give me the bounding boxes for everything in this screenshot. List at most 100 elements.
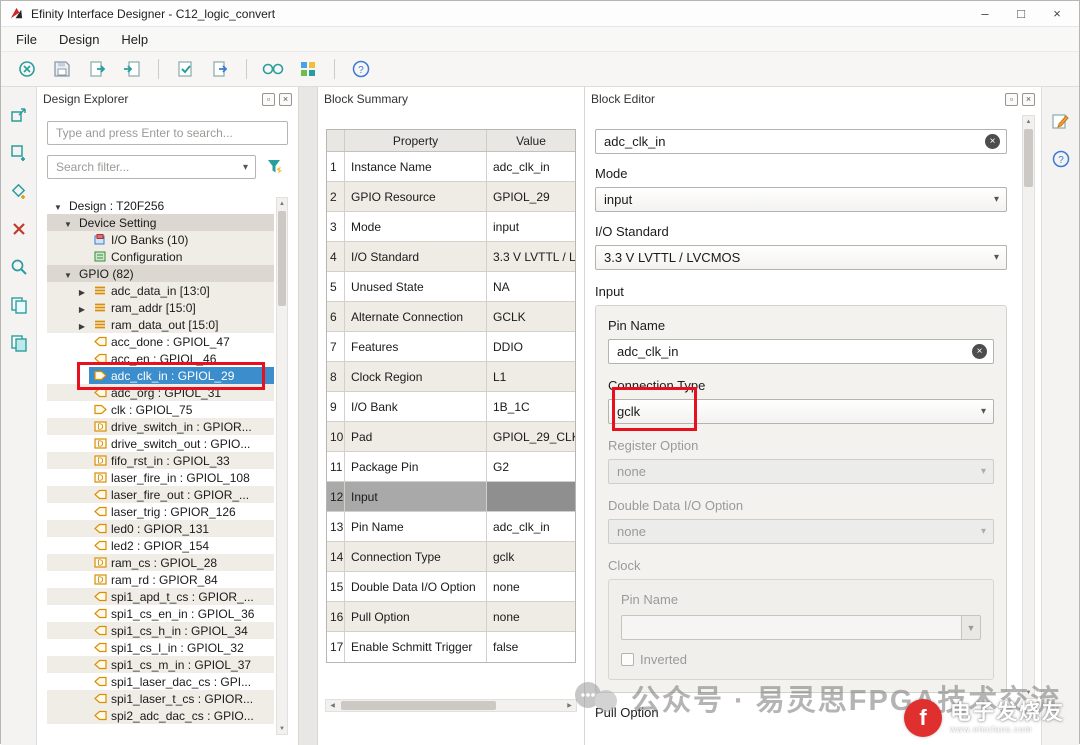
- summary-row[interactable]: 3 Mode input: [327, 212, 575, 242]
- tree-item[interactable]: D ram_addr [15:0]: [47, 299, 274, 316]
- summary-row[interactable]: 5 Unused State NA: [327, 272, 575, 302]
- float-panel-icon[interactable]: ▫: [262, 93, 275, 106]
- show-connections-icon[interactable]: [259, 56, 287, 82]
- open-floorplan-icon[interactable]: [294, 56, 322, 82]
- tree-item[interactable]: D Device Setting: [47, 214, 274, 231]
- scroll-up-icon[interactable]: ▲: [277, 198, 287, 209]
- tree-item[interactable]: D ram_data_out [15:0]: [47, 316, 274, 333]
- summary-row[interactable]: 17 Enable Schmitt Trigger false: [327, 632, 575, 662]
- tree-item[interactable]: D acc_en : GPIOL_46: [47, 350, 274, 367]
- clear-icon[interactable]: ×: [985, 134, 1000, 149]
- summary-row[interactable]: 11 Package Pin G2: [327, 452, 575, 482]
- summary-row[interactable]: 14 Connection Type gclk: [327, 542, 575, 572]
- tree-item[interactable]: D drive_switch_in : GPIOR...: [47, 418, 274, 435]
- search-filter-select[interactable]: Search filter...: [47, 155, 256, 179]
- summary-row[interactable]: 13 Pin Name adc_clk_in: [327, 512, 575, 542]
- save-icon[interactable]: [48, 56, 76, 82]
- summary-row[interactable]: 4 I/O Standard 3.3 V LVTTL / LVCMOS: [327, 242, 575, 272]
- close-button[interactable]: ×: [1039, 2, 1075, 26]
- search-input[interactable]: [47, 121, 288, 145]
- clear-icon[interactable]: ×: [972, 344, 987, 359]
- property-column-header[interactable]: Property: [345, 130, 487, 151]
- scroll-up-icon[interactable]: ▲: [1023, 116, 1034, 127]
- menu-item[interactable]: Help: [110, 29, 159, 50]
- float-panel-icon[interactable]: ▫: [1005, 93, 1018, 106]
- export-bitstream-icon[interactable]: [206, 56, 234, 82]
- tree-item[interactable]: D spi1_cs_h_in : GPIOL_34: [47, 622, 274, 639]
- tree-item[interactable]: D spi1_apd_t_cs : GPIOR_...: [47, 588, 274, 605]
- tree-item[interactable]: D led0 : GPIOR_131: [47, 520, 274, 537]
- tree-item[interactable]: D spi1_cs_en_in : GPIOL_36: [47, 605, 274, 622]
- tree-item[interactable]: D spi1_cs_m_in : GPIOL_37: [47, 656, 274, 673]
- editor-scrollbar-thumb[interactable]: [1024, 129, 1033, 187]
- summary-scrollbar-thumb[interactable]: [341, 701, 496, 710]
- tree-expand-arrow[interactable]: [75, 284, 89, 298]
- tree-item[interactable]: D adc_org : GPIOL_31: [47, 384, 274, 401]
- scroll-down-icon[interactable]: ▼: [277, 723, 287, 734]
- tree-expand-arrow[interactable]: [51, 199, 65, 213]
- editor-scrollbar[interactable]: ▲ ▼: [1022, 115, 1035, 699]
- help-icon[interactable]: ?: [1049, 147, 1073, 171]
- tree-item[interactable]: D laser_fire_in : GPIOL_108: [47, 469, 274, 486]
- tree-item[interactable]: D spi1_cs_l_in : GPIOL_32: [47, 639, 274, 656]
- tree-item[interactable]: D clk : GPIOL_75: [47, 401, 274, 418]
- tree-item[interactable]: D led2 : GPIOR_154: [47, 537, 274, 554]
- summary-row[interactable]: 6 Alternate Connection GCLK: [327, 302, 575, 332]
- tree-scrollbar[interactable]: ▲ ▼: [276, 197, 288, 735]
- menu-item[interactable]: File: [5, 29, 48, 50]
- io-standard-select[interactable]: 3.3 V LVTTL / LVCMOS: [595, 245, 1007, 270]
- tree-item[interactable]: D laser_trig : GPIOR_126: [47, 503, 274, 520]
- close-panel-icon[interactable]: ×: [1022, 93, 1035, 106]
- value-column-header[interactable]: Value: [487, 130, 575, 151]
- summary-row[interactable]: 2 GPIO Resource GPIOL_29: [327, 182, 575, 212]
- tree-scrollbar-thumb[interactable]: [278, 211, 286, 306]
- tree-expand-arrow[interactable]: [75, 318, 89, 332]
- copy-block-icon[interactable]: [7, 293, 31, 317]
- edit-colors-icon[interactable]: [1049, 109, 1073, 133]
- duplicate-block-icon[interactable]: [7, 331, 31, 355]
- summary-row[interactable]: 9 I/O Bank 1B_1C: [327, 392, 575, 422]
- tree-item[interactable]: D Design : T20F256: [47, 197, 274, 214]
- summary-row[interactable]: 7 Features DDIO: [327, 332, 575, 362]
- tree-item[interactable]: D adc_data_in [13:0]: [47, 282, 274, 299]
- tree-item[interactable]: D spi1_laser_t_cs : GPIOR...: [47, 690, 274, 707]
- maximize-button[interactable]: □: [1003, 2, 1039, 26]
- summary-horizontal-scrollbar[interactable]: ◀ ▶: [325, 699, 577, 712]
- connection-type-select[interactable]: gclk: [608, 399, 994, 424]
- mode-select[interactable]: input: [595, 187, 1007, 212]
- move-block-icon[interactable]: [7, 103, 31, 127]
- summary-row[interactable]: 8 Clock Region L1: [327, 362, 575, 392]
- menu-item[interactable]: Design: [48, 29, 110, 50]
- summary-row[interactable]: 1 Instance Name adc_clk_in: [327, 152, 575, 182]
- instance-name-field[interactable]: adc_clk_in ×: [595, 129, 1007, 154]
- summary-row[interactable]: 16 Pull Option none: [327, 602, 575, 632]
- tree-item[interactable]: D Configuration: [47, 248, 274, 265]
- tree-item[interactable]: D GPIO (82): [47, 265, 274, 282]
- tree-item[interactable]: D ram_rd : GPIOR_84: [47, 571, 274, 588]
- delete-block-icon[interactable]: [7, 217, 31, 241]
- tree-item[interactable]: D drive_switch_out : GPIO...: [47, 435, 274, 452]
- filter-funnel-icon[interactable]: [262, 155, 288, 179]
- tree-item[interactable]: D adc_clk_in : GPIOL_29: [47, 367, 274, 384]
- tree-item[interactable]: D spi1_laser_dac_cs : GPI...: [47, 673, 274, 690]
- export-design-icon[interactable]: [118, 56, 146, 82]
- tree-expand-arrow[interactable]: [61, 216, 75, 230]
- tree-item[interactable]: D fifo_rst_in : GPIOL_33: [47, 452, 274, 469]
- zoom-icon[interactable]: [7, 255, 31, 279]
- scroll-left-icon[interactable]: ◀: [326, 700, 339, 711]
- disconnect-icon[interactable]: [13, 56, 41, 82]
- import-design-icon[interactable]: [83, 56, 111, 82]
- tree-item[interactable]: D ram_cs : GPIOL_28: [47, 554, 274, 571]
- help-icon[interactable]: ?: [347, 56, 375, 82]
- add-block-icon[interactable]: [7, 141, 31, 165]
- tree-item[interactable]: D acc_done : GPIOL_47: [47, 333, 274, 350]
- pin-name-field[interactable]: adc_clk_in ×: [608, 339, 994, 364]
- close-panel-icon[interactable]: ×: [279, 93, 292, 106]
- tree-expand-arrow[interactable]: [61, 267, 75, 281]
- scroll-down-icon[interactable]: ▼: [1023, 687, 1034, 698]
- scroll-right-icon[interactable]: ▶: [563, 700, 576, 711]
- summary-row[interactable]: 10 Pad GPIOL_29_CLK5: [327, 422, 575, 452]
- tree-item[interactable]: D I/O Banks (10): [47, 231, 274, 248]
- summary-row[interactable]: 12 Input: [327, 482, 575, 512]
- tree-item[interactable]: D laser_fire_out : GPIOR_...: [47, 486, 274, 503]
